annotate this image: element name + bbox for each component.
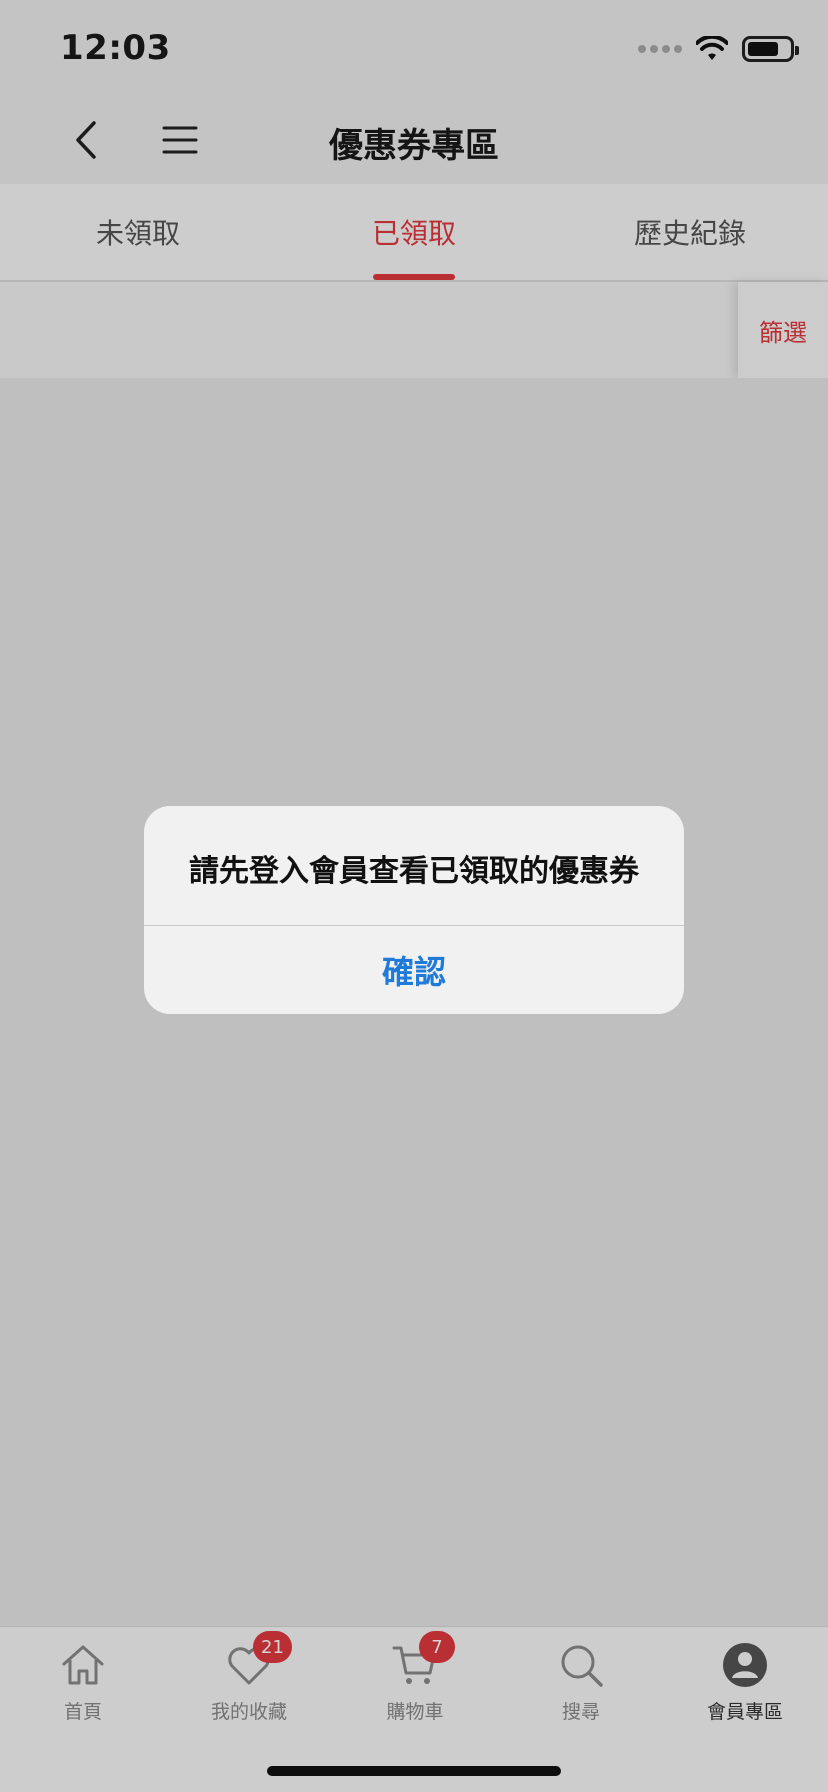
login-required-alert: 請先登入會員查看已領取的優惠券 確認 <box>144 806 684 1014</box>
alert-message: 請先登入會員查看已領取的優惠券 <box>189 854 639 889</box>
confirm-button[interactable]: 確認 <box>144 926 684 1014</box>
